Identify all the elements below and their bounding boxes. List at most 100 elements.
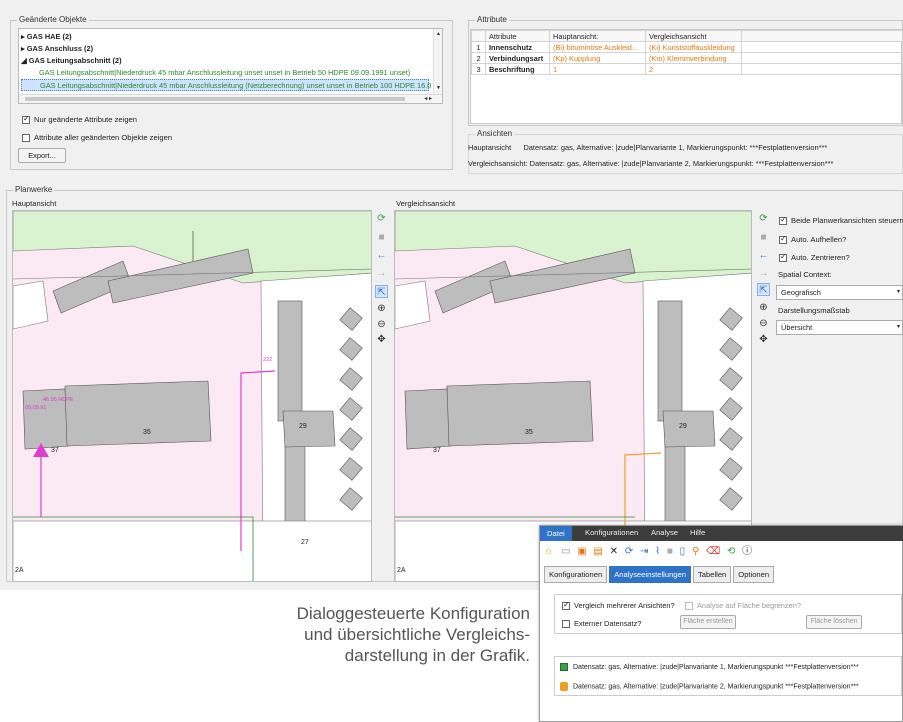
map-label: 46.95 HDPE bbox=[43, 397, 74, 403]
tree-item[interactable]: ▸ GAS HAE (2) bbox=[21, 31, 429, 43]
zoom-in-icon[interactable]: ⊕ bbox=[757, 301, 770, 314]
refresh-icon[interactable]: ⟳ bbox=[375, 212, 388, 225]
main-map-canvas[interactable]: 35 37 29 27 2A 46.95 HDPE 09.09.91 222 bbox=[12, 210, 372, 582]
tab-analyseeinstellungen[interactable]: Analyseeinstellungen bbox=[609, 566, 691, 583]
forward-icon[interactable]: → bbox=[375, 267, 388, 280]
chevron-down-icon: ▾ bbox=[896, 324, 900, 330]
table-row[interactable]: 1 Innenschutz (Bi) bituminöse Auskleid..… bbox=[471, 41, 903, 53]
delete-area-button[interactable]: Fläche löschen bbox=[806, 615, 862, 629]
main-view-title: Hauptansicht bbox=[12, 199, 57, 208]
caption-text: Dialoggesteuerte Konfiguration und übers… bbox=[296, 604, 530, 665]
tab-konfigurationen[interactable]: Konfigurationen bbox=[544, 566, 608, 583]
scale-select[interactable]: Übersicht ▾ bbox=[776, 320, 903, 335]
table-row[interactable]: 3 Beschriftung 1 2 bbox=[471, 63, 903, 75]
column-header[interactable]: Attribute bbox=[485, 30, 550, 42]
scale-label: Darstellungsmaßstab bbox=[778, 306, 850, 315]
menu-hilfe[interactable]: Hilfe bbox=[690, 528, 705, 537]
refresh-table-icon[interactable]: ⟳ bbox=[625, 546, 633, 557]
map-label: 222 bbox=[263, 357, 273, 363]
map-label: 35 bbox=[525, 429, 533, 436]
forward-icon[interactable]: → bbox=[757, 267, 770, 280]
eraser-icon[interactable]: ⌫ bbox=[706, 546, 720, 557]
tree-item[interactable]: ▸ GAS Anschluss (2) bbox=[21, 43, 429, 55]
map-label: 09.09.91 bbox=[25, 405, 47, 411]
dataset-item-1[interactable]: Datensatz: gas, Alternative: |zude|Planv… bbox=[560, 663, 859, 671]
marker-icon[interactable]: ⚲ bbox=[692, 546, 699, 557]
document-icon[interactable]: ▯ bbox=[680, 546, 686, 557]
checkbox-checked-icon bbox=[779, 215, 787, 225]
pointer-icon[interactable]: ⇱ bbox=[757, 283, 770, 296]
icon-toolbar: ☼ ▭ ▣ ▤ ✕ ⟳ ⇥ ⌇ ■ ▯ ⚲ ⌫ ⟲ ⓘ bbox=[544, 545, 844, 561]
table-header-row: Attribute Hauptansicht: Vergleichsansich… bbox=[471, 30, 903, 42]
planwerke-title: Planwerke bbox=[13, 185, 55, 194]
zoom-in-icon[interactable]: ⊕ bbox=[375, 302, 388, 315]
steer-both-checkbox[interactable]: Beide Planwerkansichten steuern bbox=[779, 215, 903, 225]
column-header[interactable]: Hauptansicht: bbox=[549, 30, 646, 42]
reload-icon[interactable]: ⟲ bbox=[727, 546, 735, 557]
tree-item-selected[interactable]: GAS Leitungsabschnitt|Niederdruck 45 mba… bbox=[21, 79, 431, 91]
checkbox-icon bbox=[562, 620, 570, 629]
tab-bar: Konfigurationen Analyseeinstellungen Tabel… bbox=[544, 566, 775, 583]
sun-icon[interactable]: ☼ bbox=[544, 546, 553, 557]
map-label: 37 bbox=[433, 447, 441, 454]
external-dataset-checkbox[interactable]: Externer Datensatz? bbox=[562, 619, 641, 629]
all-attributes-checkbox[interactable]: Attribute aller geänderten Objekte zeige… bbox=[22, 133, 172, 142]
compare-map-toolbar: ⟳ ■ ← → ⇱ ⊕ ⊖ ✥ bbox=[757, 212, 773, 345]
table-row[interactable]: 2 Verbindungsart (Kp) Kupplung (Km) Klem… bbox=[471, 52, 903, 64]
delete-icon[interactable]: ✕ bbox=[610, 546, 618, 557]
save-icon[interactable]: ▭ bbox=[561, 546, 570, 557]
create-area-button[interactable]: Fläche erstellen bbox=[680, 615, 736, 629]
pointer-icon[interactable]: ⇱ bbox=[375, 285, 388, 298]
tree-item[interactable]: GAS Leitungsabschnitt|Niederdruck 45 mba… bbox=[21, 67, 429, 79]
tab-optionen[interactable]: Optionen bbox=[733, 566, 775, 583]
limit-area-checkbox[interactable]: Analyse auf Fläche begrenzen? bbox=[685, 601, 801, 611]
column-header[interactable]: Vergleichsansicht bbox=[645, 30, 742, 42]
tree-hscrollbar[interactable]: ◂ ▸ bbox=[19, 94, 442, 103]
refresh-icon[interactable]: ⟳ bbox=[757, 212, 770, 225]
stop-icon[interactable]: ■ bbox=[375, 231, 388, 244]
stop-icon[interactable]: ■ bbox=[757, 231, 770, 244]
database-orange-icon bbox=[560, 682, 568, 691]
chart-icon[interactable]: ⌇ bbox=[655, 546, 660, 557]
tree-item[interactable]: ◢ GAS Leitungsabschnitt (2) bbox=[21, 55, 429, 67]
pan-icon[interactable]: ✥ bbox=[757, 333, 770, 346]
map-label: 27 bbox=[301, 539, 309, 546]
spatial-context-select[interactable]: Geografisch ▾ bbox=[776, 285, 903, 300]
menu-konfigurationen[interactable]: Konfigurationen bbox=[585, 528, 638, 537]
export-button[interactable]: Export... bbox=[18, 148, 66, 163]
map-label: 29 bbox=[299, 423, 307, 430]
export-icon[interactable]: ⇥ bbox=[640, 546, 648, 557]
checkbox-checked-icon bbox=[779, 234, 787, 244]
checkbox-checked-icon bbox=[562, 600, 570, 611]
layer-green-icon bbox=[560, 663, 568, 671]
attributes-table: Attribute Hauptansicht: Vergleichsansich… bbox=[471, 30, 903, 75]
map-label: 2A bbox=[397, 567, 406, 574]
multi-view-checkbox[interactable]: Vergleich mehrerer Ansichten? bbox=[562, 600, 675, 611]
back-icon[interactable]: ← bbox=[757, 249, 770, 262]
zoom-out-icon[interactable]: ⊖ bbox=[757, 317, 770, 330]
menu-datei[interactable]: Datei bbox=[540, 526, 572, 541]
map-label: 35 bbox=[143, 429, 151, 436]
changed-objects-tree[interactable]: ▸ GAS HAE (2) ▸ GAS Anschluss (2) ◢ GAS … bbox=[18, 28, 443, 104]
help-icon[interactable]: ⓘ bbox=[742, 546, 752, 557]
menu-analyse[interactable]: Analyse bbox=[651, 528, 678, 537]
menu-bar: Datei Konfigurationen Analyse Hilfe bbox=[540, 526, 903, 541]
back-icon[interactable]: ← bbox=[375, 249, 388, 262]
pan-icon[interactable]: ✥ bbox=[375, 333, 388, 346]
folder-icon[interactable]: ▤ bbox=[593, 546, 602, 557]
chevron-down-icon: ▾ bbox=[896, 289, 900, 295]
attributes-title: Attribute bbox=[475, 15, 509, 24]
views-title: Ansichten bbox=[475, 129, 515, 138]
stop-icon[interactable]: ■ bbox=[667, 546, 673, 557]
dataset-item-2[interactable]: Datensatz: gas, Alternative: |zude|Planv… bbox=[560, 682, 859, 691]
tree-vscrollbar[interactable]: ▲ ▼ bbox=[433, 29, 442, 95]
main-view-info: Hauptansicht Datensatz: gas, Alternative… bbox=[468, 143, 828, 152]
compare-view-info: Vergleichsansicht: Datensatz: gas, Alter… bbox=[468, 159, 834, 168]
tab-tabellen[interactable]: Tabellen bbox=[692, 566, 732, 583]
zoom-out-icon[interactable]: ⊖ bbox=[375, 318, 388, 331]
only-changed-checkbox[interactable]: Nur geänderte Attribute zeigen bbox=[22, 114, 137, 124]
auto-brighten-checkbox[interactable]: Auto. Aufhellen? bbox=[779, 234, 846, 244]
checkbox-icon bbox=[685, 602, 693, 611]
save-as-icon[interactable]: ▣ bbox=[577, 546, 586, 557]
auto-center-checkbox[interactable]: Auto. Zentrieren? bbox=[779, 252, 850, 262]
